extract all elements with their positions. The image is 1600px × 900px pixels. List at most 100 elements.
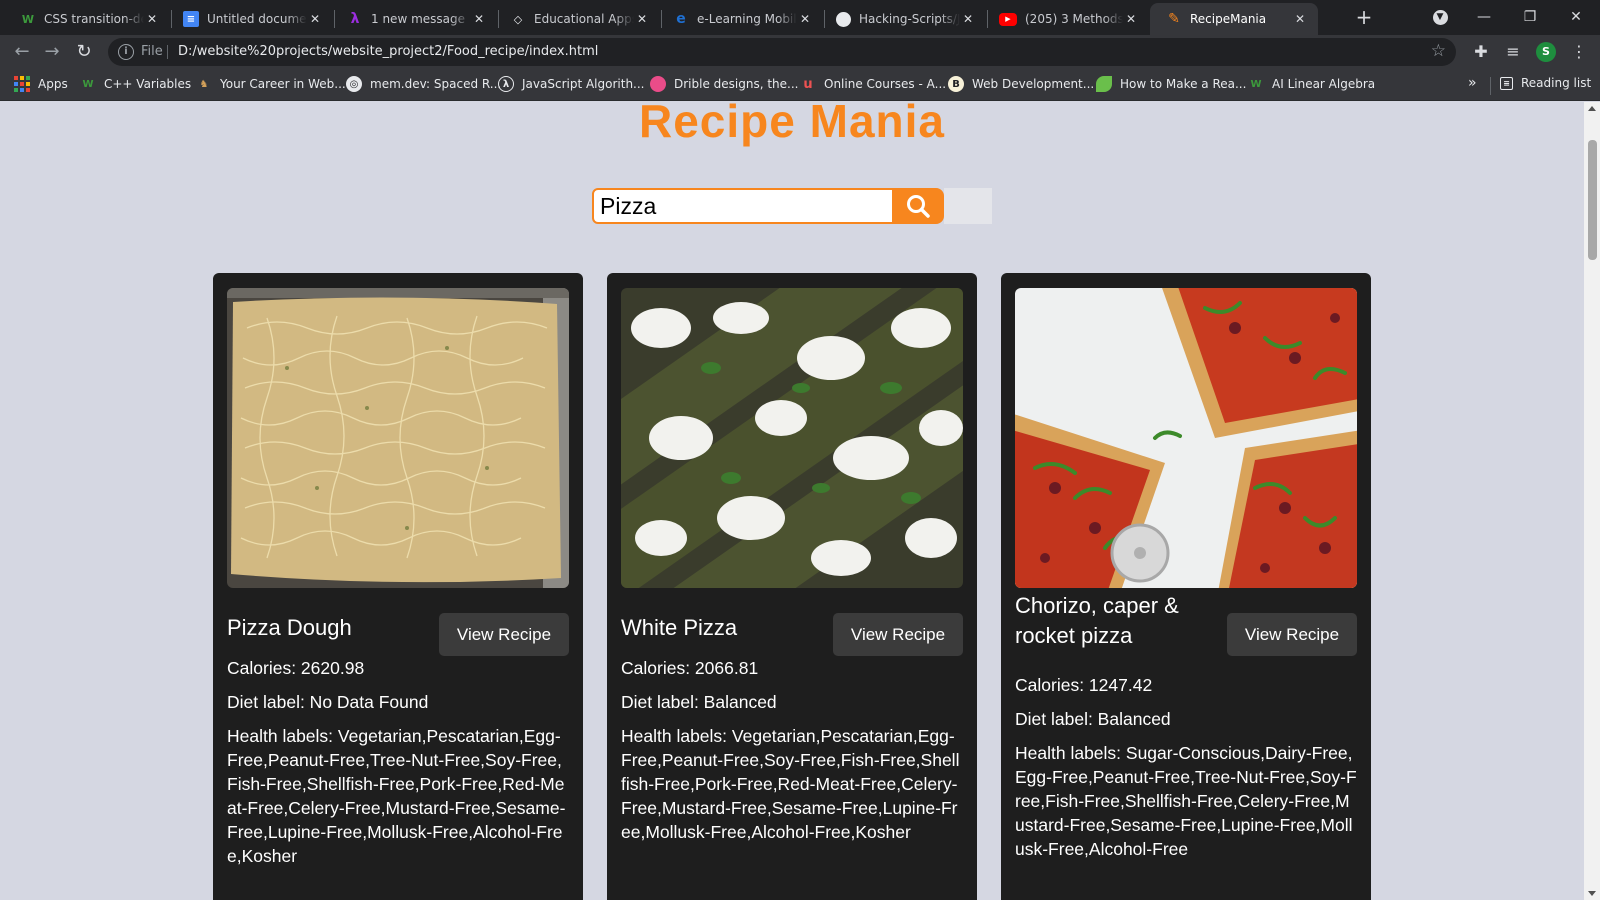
odin-icon: ♞ — [199, 78, 209, 90]
bookmark-ai-linear-algebra[interactable]: W AI Linear Algebra — [1248, 76, 1375, 92]
close-icon[interactable]: ✕ — [1292, 12, 1308, 26]
recipe-image-pizza-dough — [227, 288, 569, 588]
reload-button[interactable]: ↻ — [72, 40, 96, 64]
recipe-diet-label: Diet label: Balanced — [621, 692, 777, 712]
recipe-health-labels: Health labels: Vegetarian,Pescatarian,Eg… — [621, 726, 960, 842]
view-recipe-button[interactable]: View Recipe — [439, 613, 569, 656]
search-button[interactable] — [892, 188, 944, 224]
url-text[interactable]: D:/website%20projects/website_project2/F… — [178, 44, 598, 59]
recipe-calories: Calories: 2620.98 — [227, 658, 365, 678]
tab-youtube-methods[interactable]: ▶ (205) 3 Methods fo ✕ — [983, 3, 1149, 35]
w3schools-icon: W — [21, 12, 35, 26]
new-tab-button[interactable]: + — [1352, 6, 1376, 30]
bookmark-js-algorithms[interactable]: λ JavaScript Algorith... — [498, 76, 645, 92]
close-icon[interactable]: ✕ — [960, 12, 976, 26]
bookmark-mem-dev[interactable]: ◎ mem.dev: Spaced R... — [346, 76, 501, 92]
fcc-icon: λ — [498, 76, 514, 92]
apps-grid-icon — [14, 76, 30, 92]
close-icon[interactable]: ✕ — [471, 12, 487, 26]
page-title: Recipe Mania — [639, 102, 945, 147]
view-recipe-button[interactable]: View Recipe — [833, 613, 963, 656]
extensions-puzzle-icon[interactable]: ✚ — [1470, 41, 1492, 63]
bookmark-label: Your Career in Web... — [220, 77, 346, 91]
tab-title: Untitled document — [207, 12, 307, 26]
search-extra-area — [944, 188, 992, 224]
reading-list-button[interactable]: ≡ Reading list — [1500, 76, 1591, 90]
recipe-health-labels: Health labels: Sugar-Conscious,Dairy-Fre… — [1015, 743, 1357, 859]
media-queue-icon[interactable]: ≡ — [1502, 41, 1524, 63]
tab-title: CSS transition-delay — [44, 12, 144, 26]
bookmark-cpp-variables[interactable]: W C++ Variables — [80, 76, 191, 92]
tab-title: Educational Apps: E — [534, 12, 634, 26]
profile-avatar[interactable]: S — [1536, 42, 1556, 62]
info-icon[interactable]: i — [118, 44, 134, 60]
address-bar[interactable]: i File D:/website%20projects/website_pro… — [108, 38, 1456, 66]
bookmark-dribbble[interactable]: Drible designs, the... — [650, 76, 798, 92]
recipe-name: White Pizza — [621, 615, 738, 640]
scroll-up-arrow-icon[interactable] — [1588, 106, 1596, 111]
bookmark-label: AI Linear Algebra — [1272, 77, 1376, 91]
codepen-icon: ◇ — [513, 12, 523, 26]
bookmark-label: Drible designs, the... — [674, 77, 799, 91]
recipe-calories: Calories: 2066.81 — [621, 658, 759, 678]
close-icon[interactable]: ✕ — [307, 12, 323, 26]
tab-recipemania[interactable]: ✎ RecipeMania ✕ — [1150, 3, 1318, 35]
page-scrollbar[interactable] — [1584, 102, 1600, 900]
browser-toolbar: ← → ↻ i File D:/website%20projects/websi… — [0, 35, 1600, 69]
chevron-double-right-icon[interactable]: » — [1468, 75, 1477, 91]
tab-hacking-scripts[interactable]: Hacking-Scripts/Jav ✕ — [820, 3, 986, 35]
close-icon[interactable]: ✕ — [634, 12, 650, 26]
menu-kebab-icon[interactable]: ⋮ — [1568, 41, 1590, 63]
close-icon[interactable]: ✕ — [797, 12, 813, 26]
bookmark-label: Web Development... — [972, 77, 1095, 91]
bookmark-apps[interactable]: Apps — [14, 76, 68, 92]
window-close-button[interactable]: ✕ — [1558, 4, 1594, 30]
bookmarks-bar: Apps W C++ Variables ♞ Your Career in We… — [0, 69, 1600, 101]
tab-title: Hacking-Scripts/Jav — [859, 12, 960, 26]
tab-title: (205) 3 Methods fo — [1025, 12, 1123, 26]
recipe-diet-label: Diet label: Balanced — [1015, 709, 1171, 729]
scheme-label: File — [141, 44, 163, 59]
bookmark-career-web[interactable]: ♞ Your Career in Web... — [196, 76, 346, 92]
recipe-icon: ✎ — [1168, 11, 1180, 27]
reading-list-icon: ≡ — [1500, 76, 1513, 90]
bookmark-online-courses[interactable]: u Online Courses - A... — [800, 76, 946, 92]
scrollbar-thumb[interactable] — [1588, 140, 1597, 260]
back-button[interactable]: ← — [10, 40, 34, 64]
restore-button[interactable]: ❐ — [1512, 4, 1548, 30]
tab-title: RecipeMania — [1190, 12, 1267, 26]
recipe-card: Pizza Dough View Recipe Calories: 2620.9… — [213, 273, 583, 900]
recipe-calories: Calories: 1247.42 — [1015, 675, 1153, 695]
tab-new-message[interactable]: λ 1 new message ✕ — [331, 3, 497, 35]
bitcoin-icon: B — [948, 76, 964, 92]
recipe-image-chorizo-pizza — [1015, 288, 1357, 588]
lambda-icon: λ — [350, 11, 360, 27]
bookmark-label: JavaScript Algorith... — [522, 77, 645, 91]
bookmark-label: mem.dev: Spaced R... — [370, 77, 502, 91]
recipe-name: Chorizo, caper & rocket pizza — [1015, 593, 1179, 648]
tab-css-transition[interactable]: W CSS transition-delay ✕ — [4, 3, 170, 35]
page-viewport: Recipe Mania Pizza Pizza Dough View Reci… — [0, 102, 1584, 900]
tab-elearning-mobile[interactable]: e e-Learning Mobile ✕ — [657, 3, 823, 35]
scroll-down-arrow-icon[interactable] — [1588, 891, 1596, 896]
recipe-card: White Pizza View Recipe Calories: 2066.8… — [607, 273, 977, 900]
recipe-card: Chorizo, caper & rocket pizza View Recip… — [1001, 273, 1371, 900]
search-icon — [907, 195, 930, 218]
bookmark-how-to-make[interactable]: How to Make a Rea... — [1096, 76, 1246, 92]
tab-search-button[interactable]: ▼ — [1422, 4, 1458, 30]
bookmark-label: C++ Variables — [104, 77, 192, 91]
github-icon — [836, 11, 851, 27]
tab-untitled-document[interactable]: ≡ Untitled document ✕ — [167, 3, 333, 35]
close-icon[interactable]: ✕ — [1123, 12, 1139, 26]
close-icon[interactable]: ✕ — [144, 12, 160, 26]
browser-tab-strip: W CSS transition-delay ✕ ≡ Untitled docu… — [0, 0, 1600, 35]
bookmark-web-development[interactable]: B Web Development... — [948, 76, 1094, 92]
youtube-icon: ▶ — [999, 12, 1017, 26]
minimize-button[interactable]: — — [1466, 4, 1502, 30]
view-recipe-button[interactable]: View Recipe — [1227, 613, 1357, 656]
tab-educational-apps[interactable]: ◇ Educational Apps: E ✕ — [494, 3, 660, 35]
recipe-health-labels: Health labels: Vegetarian,Pescatarian,Eg… — [227, 726, 566, 866]
search-input[interactable] — [592, 188, 894, 224]
forward-button[interactable]: → — [40, 40, 64, 64]
bookmark-star-icon[interactable]: ☆ — [1431, 41, 1446, 61]
